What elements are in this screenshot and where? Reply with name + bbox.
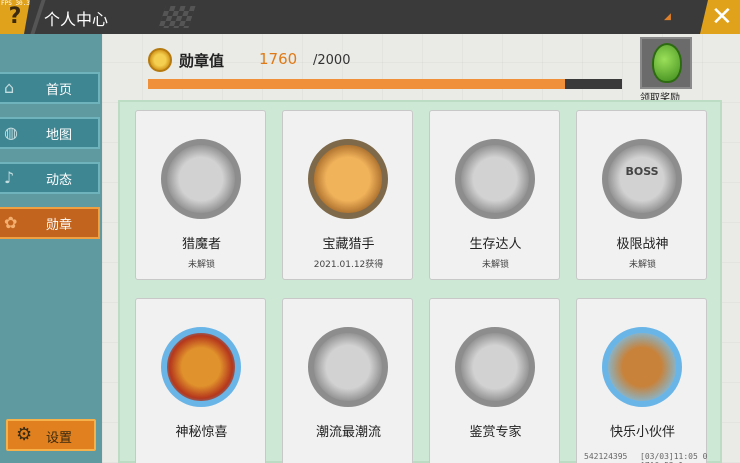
badge-name: 宝藏猎手 xyxy=(322,237,375,252)
top-bar: ? FPS 30.3 个人中心 ◢ ✕ xyxy=(0,0,740,34)
question-icon: ? xyxy=(8,4,22,29)
badge-name: 神秘惊喜 xyxy=(175,425,228,440)
treasure-chest-badge-icon xyxy=(308,139,388,219)
badge-name: 潮流最潮流 xyxy=(315,425,381,440)
sidebar-item-label: 动态 xyxy=(46,173,73,188)
sidebar-item-label: 地图 xyxy=(46,128,73,143)
player-id: 542124395 xyxy=(584,452,628,461)
medal-progress-bar xyxy=(148,79,622,89)
medal-value: 1760 xyxy=(259,50,298,68)
badge-grid: 猎魔者 未解锁 宝藏猎手 2021.01.12获得 生存达人 未解锁 BOSS … xyxy=(118,100,722,463)
medal-panel: 勋章值 1760 /2000 领取奖励 猎魔者 未解锁 宝藏猎手 2021.01… xyxy=(102,34,740,463)
magnifier-badge-icon xyxy=(455,327,535,407)
badge-card-demon-hunter[interactable]: 猎魔者 未解锁 xyxy=(135,110,266,280)
sidebar-item-medals[interactable]: ✿ 勋章 xyxy=(0,207,100,239)
gear-icon: ⚙ xyxy=(16,424,33,445)
badge-card-ultimate-warrior[interactable]: BOSS 极限战神 未解锁 xyxy=(576,110,707,280)
map-icon: ◍ xyxy=(4,123,18,142)
version-time: [03/03]11:05 0 [7]0.52.1 xyxy=(640,452,708,463)
fps-counter: FPS 30.3 xyxy=(1,0,30,7)
sidebar-item-label: 勋章 xyxy=(46,218,73,233)
checker-decoration xyxy=(158,6,196,28)
badge-card-connoisseur[interactable]: 鉴赏专家 xyxy=(429,298,560,463)
page-title: 个人中心 xyxy=(44,10,109,29)
medal-max: /2000 xyxy=(313,53,351,68)
badge-card-treasure-hunter[interactable]: 宝藏猎手 2021.01.12获得 xyxy=(282,110,413,280)
badge-status: 未解锁 xyxy=(187,260,215,270)
claim-reward-button[interactable] xyxy=(640,37,692,89)
swords-badge-icon xyxy=(161,139,241,219)
settings-button[interactable]: ⚙ 设置 xyxy=(6,419,96,451)
campfire-badge-icon xyxy=(455,139,535,219)
sidebar-item-feed[interactable]: ♪ 动态 xyxy=(0,162,100,194)
badge-card-mystery-surprise[interactable]: 神秘惊喜 xyxy=(135,298,266,463)
sidebar: ⌂ 首页 ◍ 地图 ♪ 动态 ✿ 勋章 ⚙ 设置 xyxy=(0,34,102,463)
panda-badge-icon xyxy=(308,327,388,407)
medal-progress-fill xyxy=(148,79,566,89)
badge-card-trendsetter[interactable]: 潮流最潮流 xyxy=(282,298,413,463)
gift-badge-icon xyxy=(161,327,241,407)
close-icon: ✕ xyxy=(711,2,733,32)
bell-icon: ♪ xyxy=(4,168,15,187)
badge-status: 2021.01.12获得 xyxy=(313,260,384,270)
medal-value-icon xyxy=(148,48,172,72)
sidebar-item-home[interactable]: ⌂ 首页 xyxy=(0,72,100,104)
sidebar-item-label: 首页 xyxy=(46,83,73,98)
settings-label: 设置 xyxy=(46,431,73,446)
badge-name: 猎魔者 xyxy=(181,237,221,252)
badge-card-survival-expert[interactable]: 生存达人 未解锁 xyxy=(429,110,560,280)
close-button[interactable]: ✕ xyxy=(700,0,740,34)
badge-name: 鉴赏专家 xyxy=(469,425,522,440)
badge-name: 极限战神 xyxy=(616,237,669,252)
home-icon: ⌂ xyxy=(4,78,15,97)
badge-card-happy-buddies[interactable]: 快乐小伙伴 xyxy=(576,298,707,463)
signal-icon: ◢ xyxy=(664,12,671,22)
badge-status: 未解锁 xyxy=(628,260,656,270)
sidebar-item-map[interactable]: ◍ 地图 xyxy=(0,117,100,149)
green-egg-icon xyxy=(652,43,682,83)
boss-badge-icon: BOSS xyxy=(602,139,682,219)
monkey-buddies-badge-icon xyxy=(602,327,682,407)
medal-icon: ✿ xyxy=(4,213,18,232)
medal-value-label: 勋章值 xyxy=(179,52,225,70)
badge-name: 快乐小伙伴 xyxy=(609,425,675,440)
badge-status: 未解锁 xyxy=(481,260,509,270)
badge-name: 生存达人 xyxy=(469,237,522,252)
